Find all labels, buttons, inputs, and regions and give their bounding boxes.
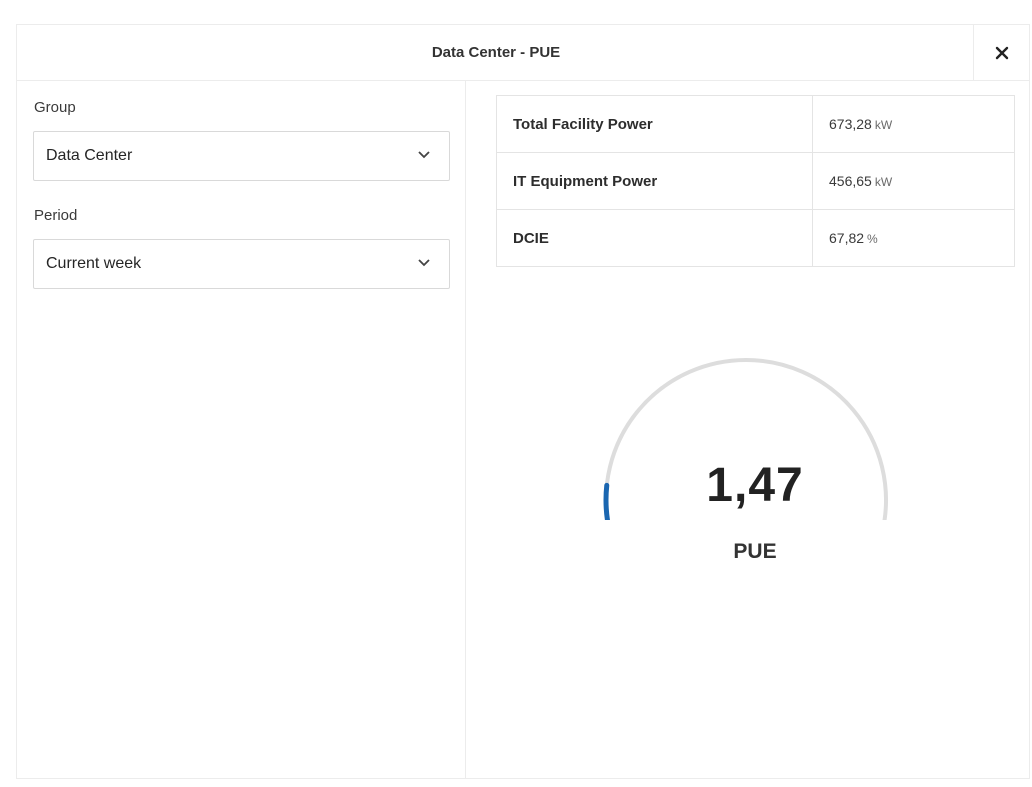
metric-number: 673,28 (829, 116, 872, 132)
metrics-table: Total Facility Power 673,28 kW IT Equipme… (496, 95, 1015, 267)
metric-number: 67,82 (829, 230, 865, 246)
group-select-value: Data Center (46, 147, 133, 164)
dialog-header: Data Center - PUE (17, 25, 1029, 81)
metric-unit: kW (874, 118, 893, 132)
period-label: Period (34, 207, 78, 224)
gauge-value: 1,47 (706, 459, 804, 512)
table-row: IT Equipment Power 456,65 kW (497, 153, 1014, 210)
metric-value: 673,28 kW (829, 96, 892, 154)
gauge-fill (603, 482, 611, 520)
table-row: Total Facility Power 673,28 kW (497, 96, 1014, 153)
metric-number: 456,65 (829, 173, 872, 189)
metric-name: IT Equipment Power (513, 173, 658, 190)
metric-unit: % (867, 232, 878, 246)
metric-unit: kW (874, 175, 893, 189)
group-select[interactable]: Data Center (33, 131, 450, 181)
period-select-value: Current week (46, 255, 142, 272)
chevron-down-icon (418, 151, 430, 159)
gauge-label: PUE (733, 540, 777, 563)
chevron-down-icon (418, 259, 430, 267)
metric-value-cell: 456,65 kW (812, 153, 1014, 210)
group-label: Group (34, 99, 76, 116)
metric-value-cell: 673,28 kW (812, 96, 1014, 153)
metric-value: 67,82% (829, 210, 878, 268)
filter-pane: Group Data Center Period Current week (17, 81, 466, 778)
close-icon (995, 46, 1008, 59)
metric-name: Total Facility Power (513, 116, 653, 133)
close-button[interactable] (973, 25, 1029, 80)
table-row: DCIE 67,82% (497, 210, 1014, 267)
metric-name: DCIE (513, 230, 549, 247)
dialog-title: Data Center - PUE (431, 44, 561, 61)
period-select[interactable]: Current week (33, 239, 450, 289)
metric-value: 456,65 kW (829, 153, 892, 211)
metric-value-cell: 67,82% (812, 210, 1014, 267)
